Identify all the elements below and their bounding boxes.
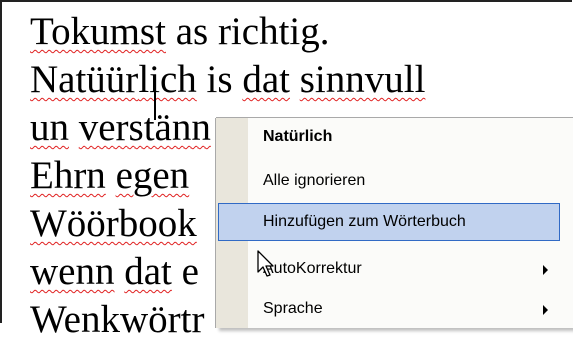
text-run <box>106 154 116 197</box>
misspelled-word[interactable]: sinnvull <box>300 58 426 101</box>
misspelled-word[interactable]: Wöörbook <box>30 202 197 245</box>
document-line[interactable]: wenn dat e <box>30 252 199 292</box>
spelling-context-menu: Natürlich Alle ignorieren Hinzufügen zum… <box>216 118 573 328</box>
document-line[interactable]: un verstänn <box>30 108 211 148</box>
arrow-cursor-icon <box>257 250 274 277</box>
text-run: as richtig. <box>165 10 330 53</box>
misspelled-word[interactable]: Natüürlich <box>30 58 197 101</box>
document-line[interactable]: Natüürlich is dat sinnvull <box>30 60 425 100</box>
text-run: is <box>196 58 243 101</box>
submenu-arrow-icon <box>543 305 548 315</box>
menu-item-language[interactable]: Sprache <box>216 290 573 330</box>
menu-item-label: Sprache <box>263 300 323 317</box>
menu-item-label: Alle ignorieren <box>263 172 366 189</box>
misspelled-word[interactable]: dat <box>124 250 172 293</box>
text-run <box>114 250 124 293</box>
menu-item-ignore-all[interactable]: Alle ignorieren <box>216 162 573 202</box>
text-run <box>290 58 300 101</box>
text-caret <box>154 80 156 120</box>
misspelled-word[interactable]: un <box>30 106 69 149</box>
document-line[interactable]: Ehrn egen <box>30 156 189 196</box>
misspelled-word[interactable]: wenn <box>30 250 114 293</box>
document-line[interactable]: Wöörbook <box>30 204 197 244</box>
document-line[interactable]: Wenkwörtr <box>30 300 204 340</box>
text-run: Wenkwörtr <box>30 298 205 341</box>
text-run <box>69 106 79 149</box>
document-line[interactable]: Tokumst as richtig. <box>30 12 330 52</box>
menu-item-suggestion[interactable]: Natürlich <box>216 118 573 158</box>
text-run: e <box>171 250 199 293</box>
misspelled-word[interactable]: dat <box>242 58 290 101</box>
misspelled-word[interactable]: verstänn <box>79 106 211 149</box>
menu-item-label: Hinzufügen zum Wörterbuch <box>263 213 466 230</box>
menu-item-label: Natürlich <box>263 128 333 145</box>
word-part-before-caret: Natüür <box>30 58 139 101</box>
submenu-arrow-icon <box>543 265 548 275</box>
misspelled-word[interactable]: Ehrn <box>30 154 106 197</box>
menu-item-add-to-dictionary[interactable]: Hinzufügen zum Wörterbuch <box>218 203 560 241</box>
misspelled-word[interactable]: Tokumst <box>30 10 166 53</box>
word-part-after-caret: lich <box>138 58 197 101</box>
misspelled-word[interactable]: egen <box>116 154 190 197</box>
